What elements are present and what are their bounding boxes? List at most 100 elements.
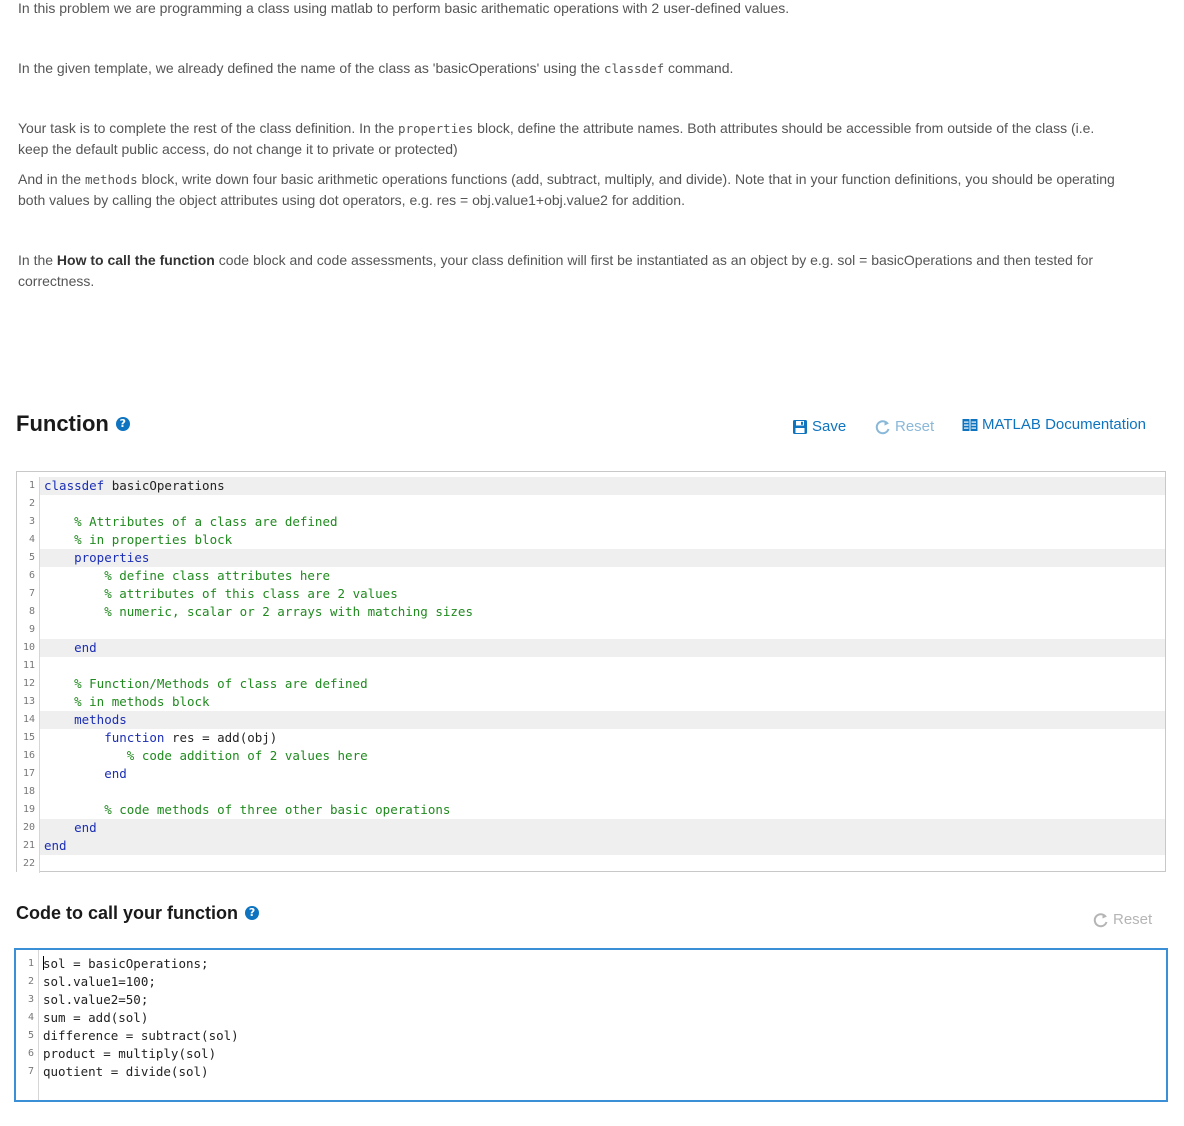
code-text: function res = add(obj): [40, 729, 277, 747]
code-line[interactable]: 9: [17, 621, 1165, 639]
code-text: product = multiply(sol): [39, 1045, 216, 1063]
code-line[interactable]: 13 % in methods block: [17, 693, 1165, 711]
code-line[interactable]: 2: [17, 495, 1165, 513]
call-reset-button[interactable]: Reset: [1093, 911, 1152, 928]
call-code-editor[interactable]: 1 sol = basicOperations; 2 sol.value1=100; 3…: [14, 948, 1168, 1102]
intro-paragraph-2: In the given template, we already define…: [18, 60, 734, 76]
code-token: product = multiply(sol): [43, 1046, 217, 1061]
line-number: 5: [16, 1027, 39, 1045]
code-line[interactable]: 12 % Function/Methods of class are defin…: [17, 675, 1165, 693]
code-text: methods: [40, 711, 127, 729]
keyword-token: classdef: [44, 478, 105, 493]
floppy-disk-icon: [793, 419, 807, 434]
comment-token: % Function/Methods of class are defined: [74, 676, 368, 691]
line-number: 16: [17, 747, 40, 765]
code-line[interactable]: 19 % code methods of three other basic o…: [17, 801, 1165, 819]
code-line[interactable]: 14 methods: [17, 711, 1165, 729]
inline-code-properties: properties: [398, 121, 474, 136]
line-number: 13: [17, 693, 40, 711]
code-line[interactable]: 5 properties: [17, 549, 1165, 567]
code-line[interactable]: 16 % code addition of 2 values here: [17, 747, 1165, 765]
intro-paragraph-4: And in the methods block, write down fou…: [18, 171, 1115, 208]
line-number: 19: [17, 801, 40, 819]
line-number: 2: [17, 495, 40, 513]
code-line[interactable]: 2 sol.value1=100;: [16, 973, 1166, 991]
question-circle-icon[interactable]: ?: [115, 417, 130, 431]
code-text: sol.value2=50;: [39, 991, 148, 1009]
code-text: end: [40, 639, 97, 657]
code-line[interactable]: 3 sol.value2=50;: [16, 991, 1166, 1009]
code-line[interactable]: 6 % define class attributes here: [17, 567, 1165, 585]
code-text: % code methods of three other basic oper…: [40, 801, 450, 819]
line-number: 22: [17, 855, 40, 873]
line-number: 10: [17, 639, 40, 657]
code-text: classdef basicOperations: [40, 477, 225, 495]
code-line[interactable]: 8 % numeric, scalar or 2 arrays with mat…: [17, 603, 1165, 621]
intro-paragraph-3: Your task is to complete the rest of the…: [18, 120, 1095, 157]
reset-button[interactable]: Reset: [875, 418, 934, 435]
line-number: 1: [17, 477, 40, 495]
refresh-icon: [875, 419, 890, 434]
save-button[interactable]: Save: [792, 418, 846, 435]
code-line[interactable]: 4 % in properties block: [17, 531, 1165, 549]
book-icon: [962, 418, 978, 431]
keyword-token: end: [104, 766, 127, 781]
function-code-editor[interactable]: 1 classdef basicOperations 2 3 % Attributes…: [16, 471, 1166, 873]
line-number: 4: [16, 1009, 39, 1027]
code-text: sol.value1=100;: [39, 973, 156, 991]
code-line[interactable]: 1 classdef basicOperations: [17, 477, 1165, 495]
code-text: properties: [40, 549, 149, 567]
line-number: 2: [16, 973, 39, 991]
code-line[interactable]: 6 product = multiply(sol): [16, 1045, 1166, 1063]
how-to-call-bold: How to call the function: [56, 252, 215, 268]
line-number: 14: [17, 711, 40, 729]
code-line[interactable]: 4 sum = add(sol): [16, 1009, 1166, 1027]
code-line[interactable]: 20 end: [17, 819, 1165, 837]
refresh-icon: [1093, 912, 1108, 927]
code-line[interactable]: 1 sol = basicOperations;: [16, 955, 1166, 973]
line-number: 21: [17, 837, 40, 855]
code-line[interactable]: 21 end: [17, 837, 1165, 855]
code-line[interactable]: 3 % Attributes of a class are defined: [17, 513, 1165, 531]
function-section-title: Function ?: [16, 410, 130, 438]
code-text: % Attributes of a class are defined: [40, 513, 338, 531]
line-number: 18: [17, 783, 40, 801]
code-line[interactable]: 17 end: [17, 765, 1165, 783]
line-number: 11: [17, 657, 40, 675]
code-text: quotient = divide(sol): [39, 1063, 209, 1081]
code-line[interactable]: 22: [17, 855, 1165, 873]
keyword-token: end: [74, 820, 97, 835]
code-text: end: [40, 819, 97, 837]
code-text: % in methods block: [40, 693, 210, 711]
code-line[interactable]: 10 end: [17, 639, 1165, 657]
comment-token: % define class attributes here: [104, 568, 330, 583]
comment-token: % in methods block: [74, 694, 210, 709]
code-line[interactable]: 5 difference = subtract(sol): [16, 1027, 1166, 1045]
code-line[interactable]: 7 % attributes of this class are 2 value…: [17, 585, 1165, 603]
matlab-documentation-link[interactable]: MATLAB Documentation: [962, 416, 1146, 433]
keyword-token: function: [104, 730, 165, 745]
comment-token: % Attributes of a class are defined: [74, 514, 338, 529]
code-line[interactable]: 7 quotient = divide(sol): [16, 1063, 1166, 1081]
line-number: 12: [17, 675, 40, 693]
line-number: 15: [17, 729, 40, 747]
code-token: res = add(obj): [164, 730, 278, 745]
intro-paragraph-5: In the How to call the function code blo…: [18, 252, 1094, 289]
code-line[interactable]: 11: [17, 657, 1165, 675]
question-circle-icon[interactable]: ?: [245, 906, 260, 920]
code-token: basicOperations: [104, 478, 225, 493]
code-line[interactable]: 18: [17, 783, 1165, 801]
code-text: % Function/Methods of class are defined: [40, 675, 368, 693]
code-line[interactable]: 15 function res = add(obj): [17, 729, 1165, 747]
